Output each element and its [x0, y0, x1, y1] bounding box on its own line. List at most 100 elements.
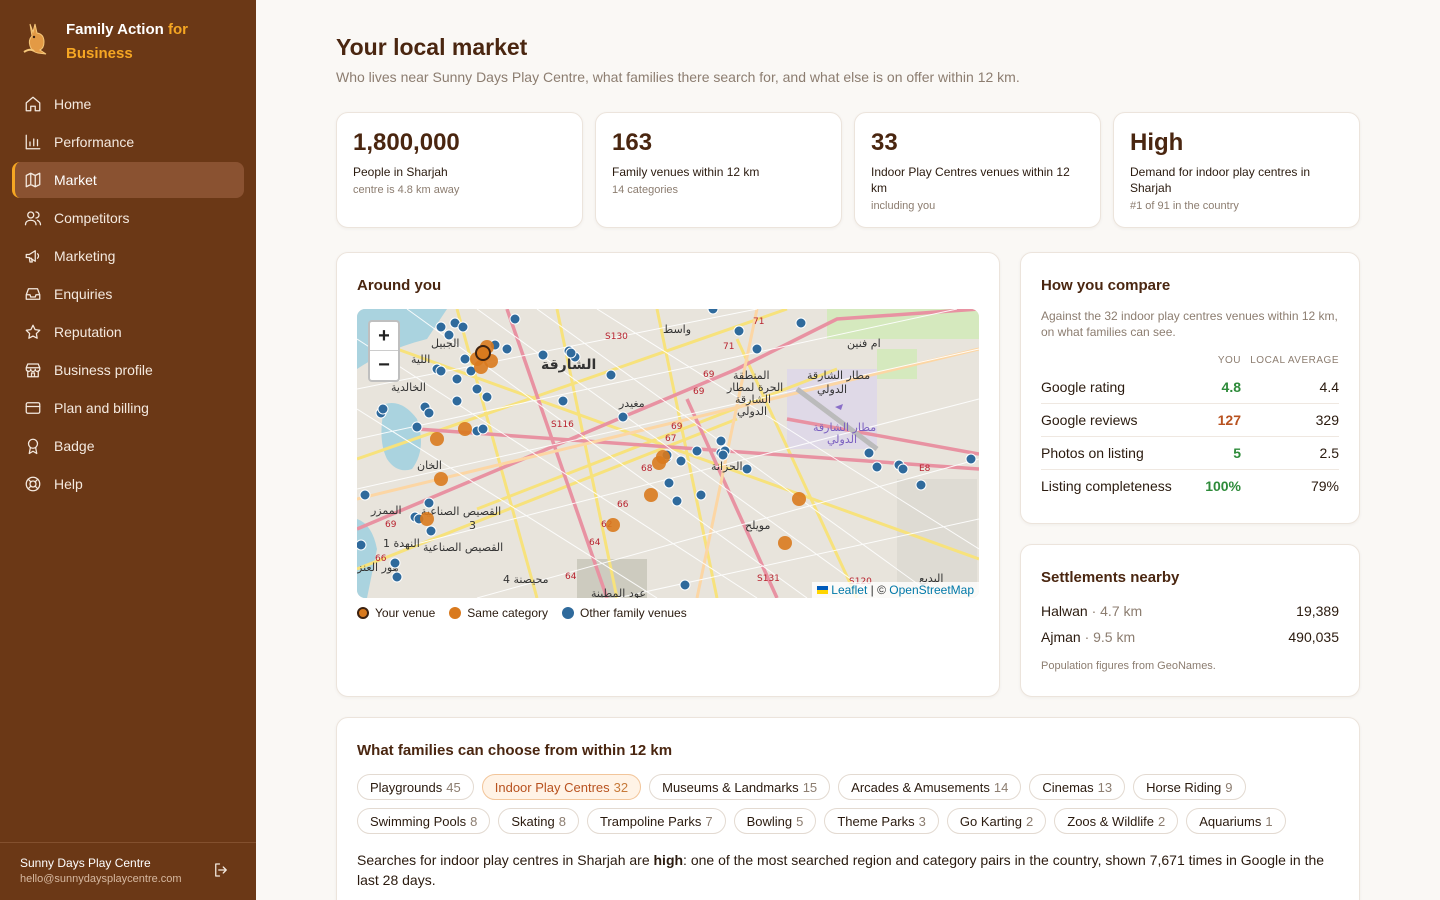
other-venue-marker[interactable]: [423, 407, 435, 419]
openstreetmap-link[interactable]: OpenStreetMap: [889, 583, 974, 597]
other-venue-marker[interactable]: [565, 347, 577, 359]
nav-item-plan-and-billing[interactable]: Plan and billing: [12, 390, 244, 426]
svg-text:E8: E8: [919, 464, 931, 474]
other-venue-marker[interactable]: [691, 445, 703, 457]
other-venue-marker[interactable]: [717, 449, 729, 461]
nav-item-performance[interactable]: Performance: [12, 124, 244, 160]
category-chip[interactable]: Bowling 5: [733, 808, 817, 834]
other-venue-marker[interactable]: [897, 463, 909, 475]
megaphone-icon: [24, 247, 42, 265]
other-venue-marker[interactable]: [477, 423, 489, 435]
category-chip[interactable]: Horse Riding 9: [1133, 774, 1246, 800]
other-venue-marker[interactable]: [359, 489, 371, 501]
svg-text:الدولي: الدولي: [817, 383, 847, 396]
same-category-marker[interactable]: [458, 422, 472, 436]
map[interactable]: S130 S116 S131 S120 E8 71 71 69 69 69 67…: [357, 309, 979, 598]
other-venue-marker[interactable]: [663, 477, 675, 489]
same-category-marker[interactable]: [778, 536, 792, 550]
other-venue-marker[interactable]: [411, 421, 423, 433]
col-avg-header: LOCAL AVERAGE: [1250, 355, 1339, 366]
other-venue-marker[interactable]: [741, 463, 753, 475]
category-chip[interactable]: Trampoline Parks 7: [586, 808, 726, 834]
compare-row: Google rating 4.8 4.4: [1041, 371, 1339, 404]
inbox-icon: [24, 285, 42, 303]
zoom-out-button[interactable]: −: [370, 351, 398, 380]
map-tiles[interactable]: S130 S116 S131 S120 E8 71 71 69 69 69 67…: [357, 309, 979, 598]
other-venue-marker[interactable]: [471, 383, 483, 395]
nav-item-marketing[interactable]: Marketing: [12, 238, 244, 274]
other-venue-marker[interactable]: [389, 557, 401, 569]
nav-item-badge[interactable]: Badge: [12, 428, 244, 464]
other-venue-marker[interactable]: [481, 391, 493, 403]
other-venue-marker[interactable]: [863, 447, 875, 459]
other-venue-marker[interactable]: [557, 395, 569, 407]
logout-button[interactable]: [212, 861, 232, 881]
legend-your-venue: Your venue: [357, 606, 435, 620]
other-venue-marker[interactable]: [435, 365, 447, 377]
category-chip[interactable]: Skating 8: [498, 808, 579, 834]
nav-item-business-profile[interactable]: Business profile: [12, 352, 244, 388]
other-venue-marker[interactable]: [679, 579, 691, 591]
other-venue-marker[interactable]: [435, 321, 447, 333]
award-icon: [24, 437, 42, 455]
other-venue-marker[interactable]: [443, 329, 455, 341]
same-category-marker[interactable]: [434, 472, 448, 486]
category-chip[interactable]: Aquariums 1: [1186, 808, 1286, 834]
category-chip[interactable]: Swimming Pools 8: [357, 808, 491, 834]
other-venue-marker[interactable]: [501, 343, 513, 355]
other-venue-marker[interactable]: [357, 539, 367, 551]
category-chip[interactable]: Playgrounds 45: [357, 774, 474, 800]
other-venue-marker[interactable]: [423, 497, 435, 509]
nav-item-enquiries[interactable]: Enquiries: [12, 276, 244, 312]
svg-text:64: 64: [589, 538, 601, 548]
other-venue-marker[interactable]: [425, 525, 437, 537]
same-category-marker[interactable]: [430, 432, 444, 446]
category-chip[interactable]: Indoor Play Centres 32: [481, 774, 642, 800]
nav-item-reputation[interactable]: Reputation: [12, 314, 244, 350]
other-venue-marker[interactable]: [617, 411, 629, 423]
same-category-marker[interactable]: [792, 492, 806, 506]
settlement-row: Ajman · 9.5 km 490,035: [1041, 629, 1339, 645]
other-venue-marker[interactable]: [965, 453, 977, 465]
category-chip[interactable]: Theme Parks 3: [824, 808, 939, 834]
nav-item-competitors[interactable]: Competitors: [12, 200, 244, 236]
same-category-marker[interactable]: [656, 450, 670, 464]
other-venue-marker[interactable]: [695, 489, 707, 501]
category-chip[interactable]: Go Karting 2: [946, 808, 1047, 834]
other-venue-marker[interactable]: [457, 321, 469, 333]
other-venue-marker[interactable]: [915, 479, 927, 491]
other-venue-marker[interactable]: [391, 571, 403, 583]
other-venue-marker[interactable]: [733, 325, 745, 337]
other-venue-marker[interactable]: [871, 461, 883, 473]
same-category-marker[interactable]: [606, 518, 620, 532]
other-venue-marker[interactable]: [751, 343, 763, 355]
other-venue-marker[interactable]: [671, 495, 683, 507]
svg-text:مويلح: مويلح: [745, 519, 770, 532]
map-icon: [24, 171, 42, 189]
other-venue-marker[interactable]: [459, 353, 471, 365]
your-venue-marker[interactable]: [475, 345, 491, 361]
brand[interactable]: Family Action for Business: [20, 18, 188, 66]
other-venue-marker[interactable]: [675, 455, 687, 467]
other-venue-marker[interactable]: [537, 349, 549, 361]
nav-item-help[interactable]: Help: [12, 466, 244, 502]
category-chip[interactable]: Zoos & Wildlife 2: [1054, 808, 1179, 834]
nav-item-market[interactable]: Market: [12, 162, 244, 198]
category-chip[interactable]: Cinemas 13: [1029, 774, 1126, 800]
category-chip[interactable]: Museums & Landmarks 15: [649, 774, 831, 800]
svg-text:عود المطينة: عود المطينة: [591, 587, 646, 598]
leaflet-link[interactable]: Leaflet: [831, 583, 867, 597]
nav-item-home[interactable]: Home: [12, 86, 244, 122]
other-venue-marker[interactable]: [509, 313, 521, 325]
other-venue-marker[interactable]: [377, 403, 389, 415]
category-chip[interactable]: Arcades & Amusements 14: [838, 774, 1022, 800]
other-venue-marker[interactable]: [605, 369, 617, 381]
zoom-in-button[interactable]: +: [370, 322, 398, 351]
same-category-marker[interactable]: [420, 512, 434, 526]
other-venue-marker[interactable]: [451, 373, 463, 385]
settlements-nearby-card: Settlements nearby Halwan · 4.7 km 19,38…: [1020, 544, 1360, 697]
same-category-marker[interactable]: [644, 488, 658, 502]
other-venue-marker[interactable]: [795, 317, 807, 329]
other-venue-marker[interactable]: [451, 395, 463, 407]
other-venue-marker[interactable]: [715, 435, 727, 447]
